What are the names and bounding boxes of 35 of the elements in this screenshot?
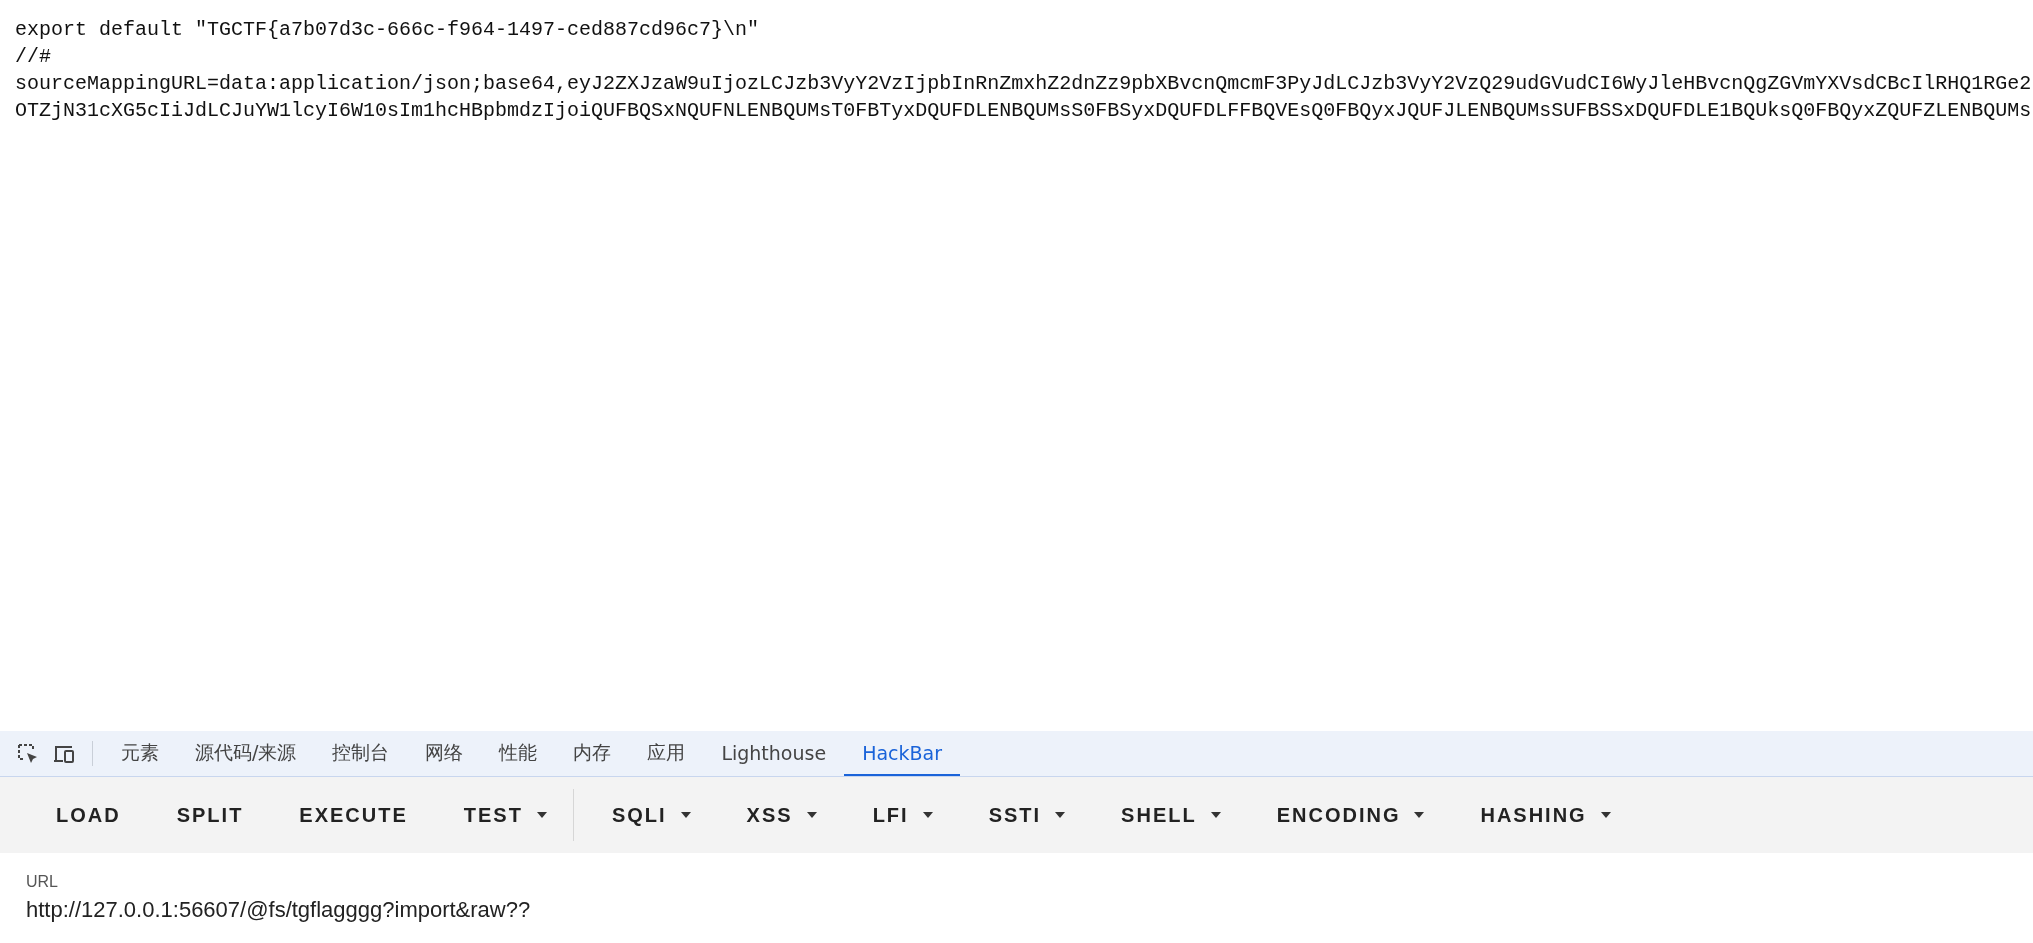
hackbar-button[interactable]: SSTI — [960, 795, 1094, 835]
hackbar-button[interactable]: XSS — [718, 795, 845, 835]
caret-icon — [536, 812, 547, 818]
source-line: OTZjN31cXG5cIiJdLCJuYW1lcyI6W10sIm1hcHBpbmdzIjoiQUFBQSxNQUFNLENBQUMsT0FBTyxDQUFDLENBQUMsS0FBSyxDQUFDLFFBQVEsQ0FBQyxJQUFJLENBQUMsSUFBSSxDQUFDLE1BQUksQ0FBQyxZQUFZLENBQUMs — [15, 98, 2032, 124]
source-line: sourceMappingURL=data:application/json;base64,eyJ2ZXJzaW9uIjozLCJzb3VyY2VzIjpbInRnZmxhZ2dnZz9pbXBvcnQmcmF3PyJdLCJzb3VyY2VzQ29udGVudCI6WyJleHBvcnQgZGVmYXVsdCBcIlRHQ1RGe2 — [15, 71, 2032, 97]
url-field[interactable]: http://127.0.0.1:56607/@fs/tgflagggg?import&raw?? — [26, 897, 926, 923]
hackbar-button[interactable]: LOAD — [28, 795, 149, 835]
hackbar-button[interactable]: SPLIT — [148, 795, 272, 835]
hackbar-button[interactable]: EXECUTE — [271, 795, 436, 835]
url-label: URL — [26, 873, 58, 891]
source-line: export default "TGCTF{a7b07d3c-666c-f964-1497-ced887cd96c7}\n" — [15, 17, 760, 43]
caret-icon — [1600, 812, 1611, 818]
hackbar-button[interactable]: TEST — [435, 795, 575, 835]
inspect-element-icon[interactable] — [17, 742, 39, 765]
devtools-tab[interactable]: 性能 — [481, 731, 556, 776]
device-toolbar-icon[interactable] — [52, 743, 76, 764]
devtools-tab[interactable]: 内存 — [555, 731, 630, 776]
devtools-tab[interactable]: 控制台 — [314, 731, 408, 776]
devtools-tab[interactable]: 源代码/来源 — [177, 731, 315, 776]
caret-icon — [1055, 812, 1066, 818]
caret-icon — [1414, 812, 1425, 818]
hackbar-button[interactable]: SQLI — [583, 795, 719, 835]
devtools-tab[interactable]: 网络 — [407, 731, 482, 776]
caret-icon — [922, 812, 933, 818]
devtools-tab[interactable]: 元素 — [103, 731, 177, 776]
hackbar-button[interactable]: HASHING — [1452, 795, 1639, 835]
caret-icon — [1210, 812, 1221, 818]
source-line: //# — [15, 44, 51, 70]
caret-icon — [680, 812, 691, 818]
caret-icon — [806, 812, 817, 818]
hackbar-button[interactable]: LFI — [844, 795, 961, 835]
hackbar-button[interactable]: SHELL — [1093, 795, 1249, 835]
devtools-tab[interactable]: 应用 — [629, 731, 704, 776]
hackbar-button[interactable]: ENCODING — [1248, 795, 1453, 835]
devtools-tab[interactable]: Lighthouse — [703, 731, 845, 776]
